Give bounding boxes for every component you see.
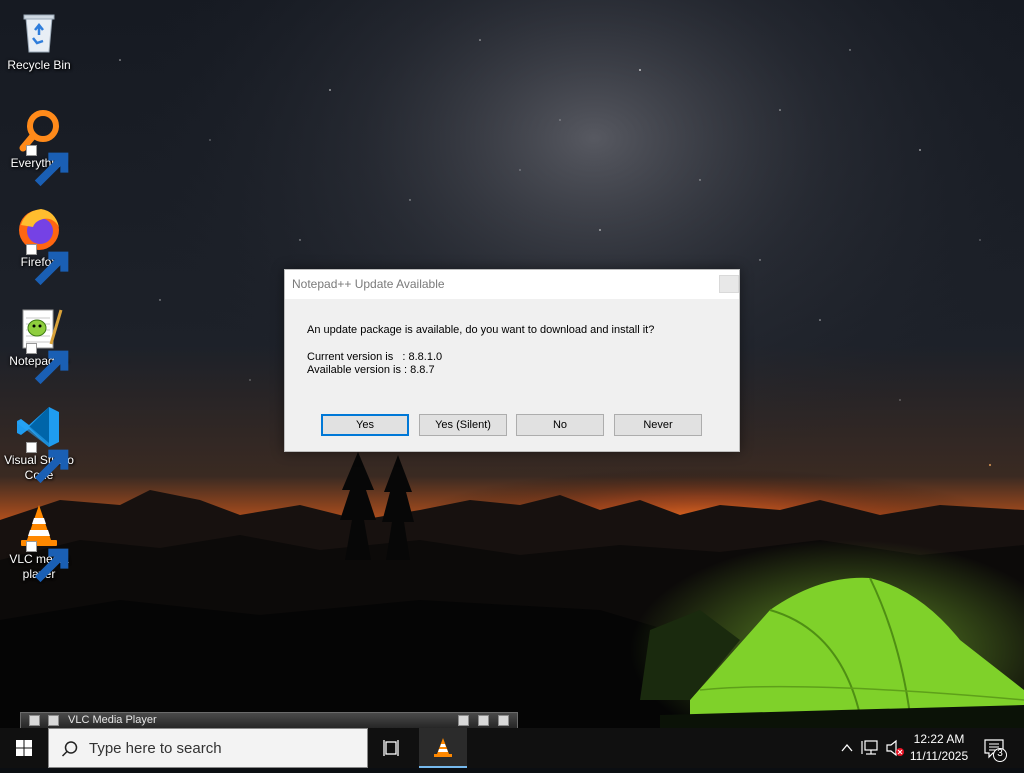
search-placeholder: Type here to search xyxy=(89,740,222,757)
taskbar: Type here to search 12:22 AM 11/11/2025 … xyxy=(0,728,1024,768)
dialog-close-button[interactable] xyxy=(719,275,739,293)
available-version-text: Available version is : 8.8.7 xyxy=(307,364,435,376)
no-button[interactable]: No xyxy=(516,414,604,436)
vlc-restore-button[interactable] xyxy=(478,715,489,726)
desktop-icon-label: Recycle Bin xyxy=(7,58,71,72)
shortcut-arrow-icon xyxy=(26,343,69,385)
vlc-mini-window[interactable]: VLC Media Player xyxy=(20,712,518,729)
never-button[interactable]: Never xyxy=(614,414,702,436)
yes-silent-button[interactable]: Yes (Silent) xyxy=(419,414,507,436)
desktop-icon-vscode[interactable]: Visual Studio Code xyxy=(2,403,76,484)
yes-button[interactable]: Yes xyxy=(321,414,409,436)
vlc-mini-close-icon[interactable] xyxy=(48,715,59,726)
network-button[interactable] xyxy=(860,728,882,768)
windows-logo-icon xyxy=(16,740,32,756)
action-center-button[interactable]: 3 xyxy=(980,728,1012,768)
chevron-up-icon xyxy=(841,743,853,752)
desktop-icon-everything[interactable]: Everything xyxy=(2,106,76,187)
shortcut-arrow-icon xyxy=(26,145,69,187)
vlc-mini-menu-icon[interactable] xyxy=(29,715,40,726)
taskbar-clock[interactable]: 12:22 AM 11/11/2025 xyxy=(904,731,974,765)
vlc-cone-icon xyxy=(434,738,452,757)
volume-muted-icon xyxy=(886,739,904,757)
desktop-icon-firefox[interactable]: Firefox xyxy=(2,205,76,286)
task-view-icon xyxy=(383,740,399,756)
taskbar-vlc-button[interactable] xyxy=(419,728,467,768)
desktop-icon-vlc[interactable]: VLC media player xyxy=(2,502,76,583)
dialog-message: An update package is available, do you w… xyxy=(307,324,655,336)
show-hidden-icons-button[interactable] xyxy=(838,728,856,768)
network-icon xyxy=(861,740,878,755)
clock-date: 11/11/2025 xyxy=(909,749,969,763)
vlc-close-button[interactable] xyxy=(498,715,509,726)
desktop-icon-recycle-bin[interactable]: Recycle Bin xyxy=(2,8,76,73)
dialog-title: Notepad++ Update Available xyxy=(292,277,445,291)
shortcut-arrow-icon xyxy=(26,541,69,583)
taskbar-search-box[interactable]: Type here to search xyxy=(48,728,368,768)
volume-button[interactable] xyxy=(884,728,906,768)
desktop-icon-notepadpp[interactable]: Notepad++ xyxy=(2,304,76,385)
notification-count-badge: 3 xyxy=(997,748,1003,759)
clock-time: 12:22 AM xyxy=(913,732,965,746)
vlc-mini-title: VLC Media Player xyxy=(68,714,157,726)
current-version-text: Current version is : 8.8.1.0 xyxy=(307,351,443,363)
update-dialog: Notepad++ Update Available An update pac… xyxy=(284,269,740,452)
shortcut-arrow-icon xyxy=(26,442,69,484)
vlc-minimize-button[interactable] xyxy=(458,715,469,726)
dialog-titlebar[interactable]: Notepad++ Update Available xyxy=(285,270,739,299)
task-view-button[interactable] xyxy=(372,728,412,768)
start-button[interactable] xyxy=(0,728,48,768)
search-icon xyxy=(61,741,78,757)
recycle-bin-icon xyxy=(23,14,55,53)
shortcut-arrow-icon xyxy=(26,244,69,286)
